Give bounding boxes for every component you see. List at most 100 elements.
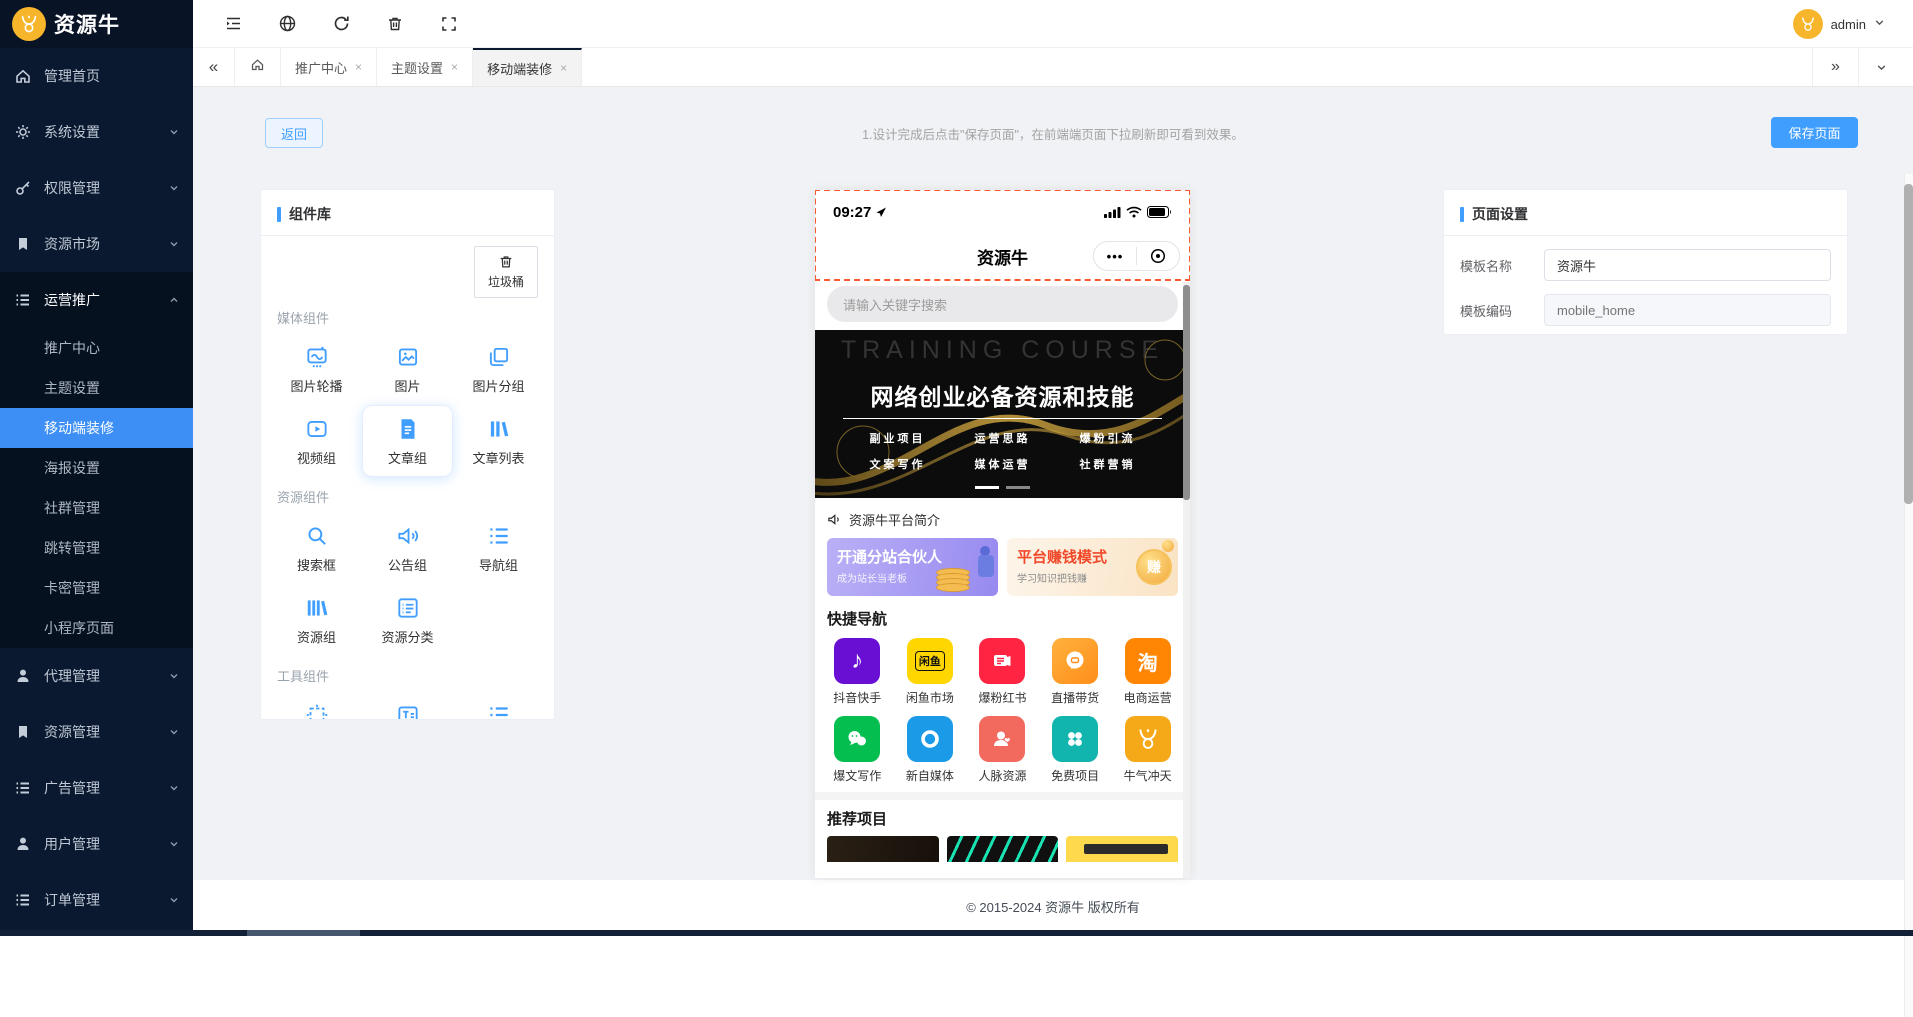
- component-article-group[interactable]: 文章组: [362, 405, 453, 477]
- dashed-box-icon: [304, 702, 330, 719]
- close-icon[interactable]: ×: [560, 61, 567, 75]
- component-resource-group[interactable]: 资源组: [271, 584, 362, 656]
- sidebar-subitem-community[interactable]: 社群管理: [0, 488, 193, 528]
- save-hint-text: 1.设计完成后点击"保存页面"，在前端端页面下拉刷新即可看到效果。: [862, 128, 1244, 142]
- subitem-label: 移动端装修: [44, 420, 114, 436]
- component-bottom-nav[interactable]: 底部导航: [453, 691, 544, 719]
- component-video-group[interactable]: 视频组: [271, 405, 362, 477]
- trash-dropzone[interactable]: 垃圾桶: [474, 246, 538, 298]
- mobile-preview[interactable]: 09:27 资源牛 ••• 请输入关键字搜索 TRAINING COURSE 网…: [815, 190, 1190, 878]
- template-name-input[interactable]: [1544, 249, 1831, 281]
- sidebar-subitem-miniprogram-pages[interactable]: 小程序页面: [0, 608, 193, 648]
- live-chat-icon: [1052, 638, 1099, 684]
- sidebar-item-users[interactable]: 用户管理: [0, 816, 193, 872]
- more-icon[interactable]: •••: [1094, 249, 1136, 264]
- sidebar-item-agents[interactable]: 代理管理: [0, 648, 193, 704]
- refresh-icon[interactable]: [331, 14, 351, 34]
- accent-bar: [1460, 206, 1464, 222]
- app-item: 免费项目: [1039, 716, 1112, 784]
- trash-icon[interactable]: [385, 14, 405, 34]
- sidebar-item-system-settings[interactable]: 系统设置: [0, 104, 193, 160]
- sidebar-subitem-card-keys[interactable]: 卡密管理: [0, 568, 193, 608]
- component-image-group[interactable]: 图片分组: [453, 333, 544, 405]
- chevron-down-icon[interactable]: [1874, 15, 1885, 33]
- collapse-menu-icon[interactable]: [223, 14, 243, 34]
- sidebar-item-dashboard[interactable]: 管理首页: [0, 48, 193, 104]
- save-page-button[interactable]: 保存页面: [1771, 117, 1858, 148]
- close-target-icon[interactable]: [1137, 248, 1179, 264]
- component-blank-spacer[interactable]: 辅助空白: [271, 691, 362, 719]
- app-label: 爆粉红书: [978, 691, 1027, 705]
- component-label: 视频组: [296, 450, 336, 466]
- recommend-card: [1066, 836, 1179, 862]
- horizontal-scrollbar-thumb[interactable]: [247, 930, 360, 936]
- app-label: 闲鱼市场: [905, 691, 954, 705]
- app-logo[interactable]: 资源牛: [0, 0, 193, 48]
- component-label: 图片: [394, 378, 421, 394]
- component-search-box[interactable]: 搜索框: [271, 512, 362, 584]
- tabs-menu-button[interactable]: [1858, 48, 1904, 86]
- trash-icon: [500, 256, 512, 268]
- quick-nav-component[interactable]: ♪ 抖音快手 闲鱼 闲鱼市场 爆粉红书 直播带货 淘电商运营 爆文写作 新自媒体 人…: [815, 630, 1190, 784]
- figure-decoration: [978, 555, 994, 577]
- home-tab[interactable]: [235, 48, 281, 86]
- sidebar-item-permissions[interactable]: 权限管理: [0, 160, 193, 216]
- sidebar-subitem-poster-settings[interactable]: 海报设置: [0, 448, 193, 488]
- sidebar-item-label: 代理管理: [44, 668, 100, 684]
- announcement-component[interactable]: 资源牛平台简介: [815, 504, 1190, 534]
- search-box-component[interactable]: 请输入关键字搜索: [827, 286, 1178, 322]
- app-item: 人脉资源: [966, 716, 1039, 784]
- component-textarea[interactable]: 文本域: [362, 691, 453, 719]
- page-scrollbar-thumb[interactable]: [1904, 184, 1913, 504]
- app-item: 新自媒体: [894, 716, 967, 784]
- fullscreen-icon[interactable]: [439, 14, 459, 34]
- close-icon[interactable]: ×: [355, 60, 362, 74]
- banner-carousel-component[interactable]: TRAINING COURSE 网络创业必备资源和技能 副业项目 运营思路 爆粉…: [815, 330, 1190, 498]
- books-icon: [486, 416, 512, 442]
- component-image[interactable]: 图片: [362, 333, 453, 405]
- sidebar-subitem-theme-settings[interactable]: 主题设置: [0, 368, 193, 408]
- sidebar-subitem-redirect[interactable]: 跳转管理: [0, 528, 193, 568]
- phone-scrollbar-thumb[interactable]: [1183, 285, 1190, 500]
- banner-tag: 社群营销: [1079, 459, 1136, 471]
- sidebar-item-operations[interactable]: 运营推广: [0, 272, 193, 328]
- component-image-carousel[interactable]: 图片轮播: [271, 333, 362, 405]
- list-icon: [14, 779, 32, 797]
- notice-text: 资源牛平台简介: [849, 512, 941, 528]
- panel-header: 页面设置: [1444, 190, 1847, 236]
- recommend-cards-component[interactable]: [827, 836, 1179, 862]
- component-label: 导航组: [478, 557, 518, 573]
- component-resource-category[interactable]: 资源分类: [362, 584, 453, 656]
- tabs-scroll-left-button[interactable]: «: [193, 48, 235, 86]
- recommend-title: 推荐项目: [827, 811, 888, 828]
- component-announcement-group[interactable]: 公告组: [362, 512, 453, 584]
- horizontal-scrollbar-track[interactable]: [0, 930, 1913, 936]
- tab-theme-settings[interactable]: 主题设置 ×: [377, 48, 474, 86]
- sidebar-item-label: 订单管理: [44, 892, 100, 908]
- sidebar-item-orders[interactable]: 订单管理: [0, 872, 193, 928]
- sidebar-item-ads[interactable]: 广告管理: [0, 760, 193, 816]
- component-nav-group[interactable]: 导航组: [453, 512, 544, 584]
- globe-icon[interactable]: [277, 14, 297, 34]
- quick-nav-title: 快捷导航: [827, 611, 888, 628]
- tab-promotion-center[interactable]: 推广中心 ×: [281, 48, 378, 86]
- chevron-up-icon: [169, 295, 179, 305]
- user-avatar[interactable]: [1792, 9, 1823, 39]
- article-icon: [395, 416, 421, 442]
- promo-banners-component[interactable]: 开通分站合伙人 成为站长当老板 平台赚钱模式 学习知识把钱赚 赚: [827, 538, 1178, 596]
- key-icon: [14, 179, 32, 197]
- app-label: 抖音快手: [833, 691, 882, 705]
- chevron-down-icon: [169, 127, 179, 137]
- page-scrollbar-track[interactable]: [1904, 174, 1913, 1017]
- component-article-list[interactable]: 文章列表: [453, 405, 544, 477]
- close-icon[interactable]: ×: [451, 60, 458, 74]
- sidebar-subitem-mobile-decoration[interactable]: 移动端装修: [0, 408, 193, 448]
- section-title: 媒体组件: [277, 311, 330, 326]
- sidebar-item-resources[interactable]: 资源管理: [0, 704, 193, 760]
- sidebar-subitem-promotion-center[interactable]: 推广中心: [0, 328, 193, 368]
- username[interactable]: admin: [1831, 17, 1866, 32]
- tab-mobile-decoration[interactable]: 移动端装修 ×: [473, 48, 583, 86]
- sidebar-item-resource-market[interactable]: 资源市场: [0, 216, 193, 272]
- phone-nav-bar: 资源牛 •••: [815, 234, 1190, 278]
- tabs-scroll-right-button[interactable]: »: [1812, 48, 1858, 86]
